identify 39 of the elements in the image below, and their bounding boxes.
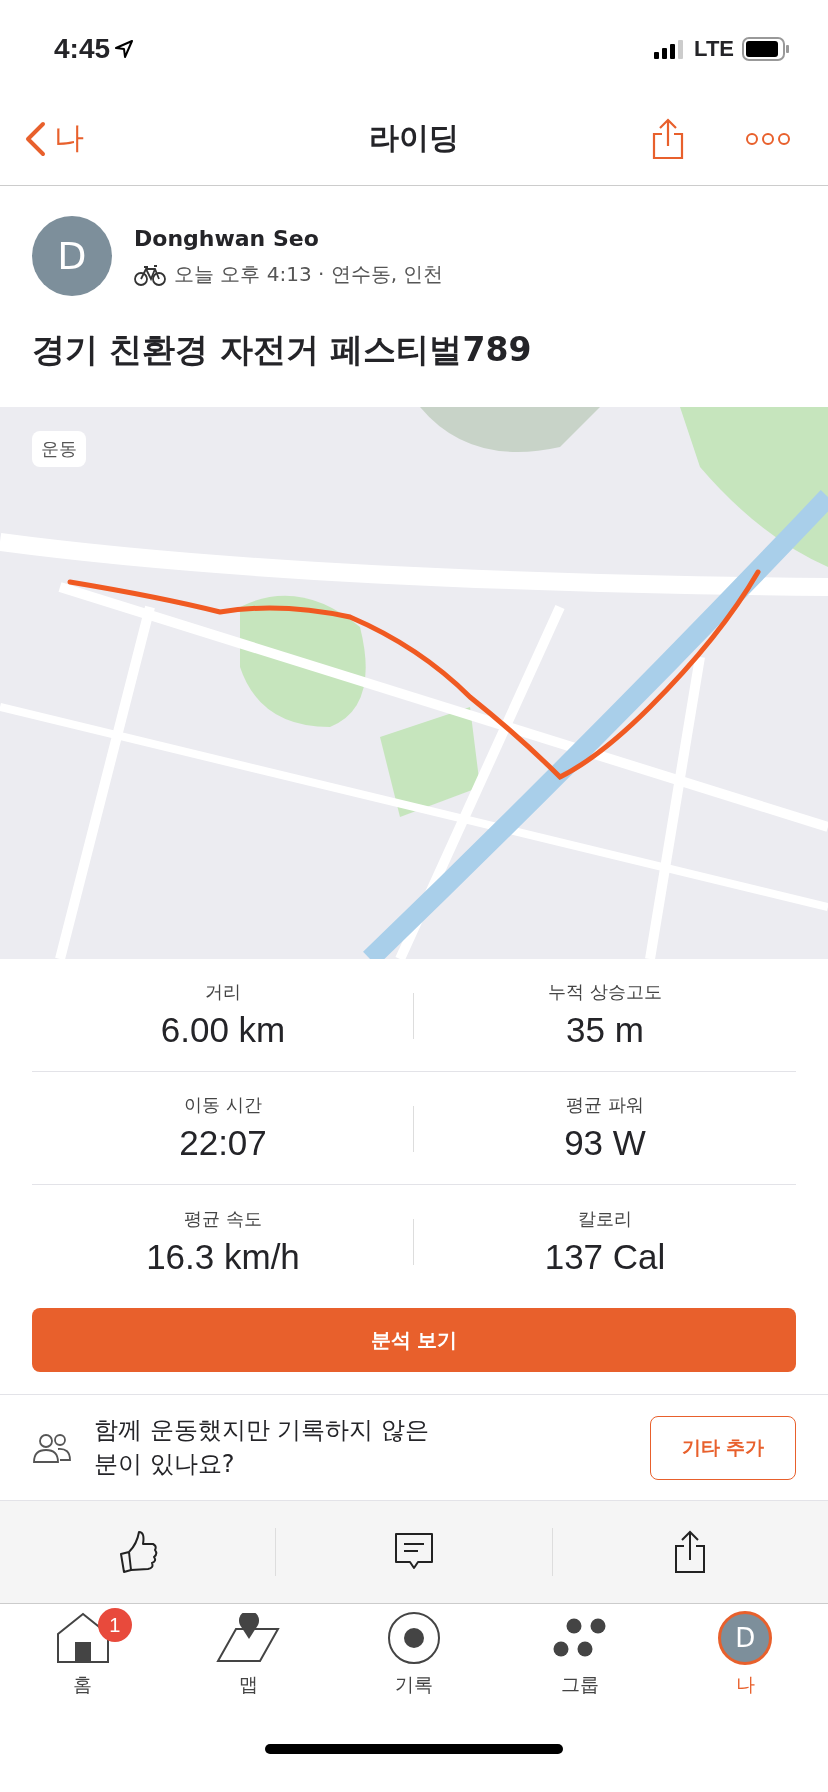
tab-bar-item[interactable]: 기록	[331, 1604, 497, 1722]
groups-icon	[551, 1618, 608, 1658]
network-label: LTE	[694, 36, 734, 62]
share-icon[interactable]	[674, 1530, 707, 1574]
people-icon	[32, 1431, 72, 1464]
tab-bar-item[interactable]: 1 홈	[0, 1604, 166, 1722]
athlete-name[interactable]: Donghwan Seo	[134, 226, 444, 251]
stat-value: 6.00 km	[160, 1010, 286, 1050]
stat-label: 칼로리	[578, 1206, 632, 1231]
status-time: 4:45	[54, 33, 135, 65]
home-icon	[55, 1612, 110, 1664]
map-badge: 운동	[32, 431, 86, 467]
back-chevron-icon	[24, 120, 46, 157]
tab-bar-item[interactable]: D 나	[662, 1604, 828, 1722]
tab-bar-item[interactable]: 그룹	[496, 1604, 663, 1722]
stat-label: 평균 속도	[184, 1206, 262, 1231]
activity-title: 경기 친환경 자전거 페스티벌789	[31, 329, 533, 371]
record-icon	[387, 1611, 441, 1665]
screen-title: 라이딩	[369, 120, 459, 155]
stat-label: 평균 파워	[566, 1093, 644, 1117]
stat-label: 누적 상승고도	[548, 980, 662, 1004]
tab-bar-item[interactable]: 맵	[165, 1604, 332, 1722]
stat-value: 22:07	[179, 1123, 267, 1163]
location-arrow-icon	[114, 39, 135, 59]
stat-label: 거리	[205, 980, 241, 1004]
notification-badge: 1	[97, 1608, 132, 1642]
activity-meta: 오늘 오후 4:13 · 연수동, 인천	[174, 261, 444, 288]
profile-avatar: D	[718, 1611, 773, 1665]
stat-value: 16.3 km/h	[146, 1236, 300, 1277]
more-icon[interactable]	[746, 131, 790, 146]
stat-value: 35 m	[566, 1010, 644, 1050]
map-pin-icon	[216, 1613, 281, 1663]
stat-label: 이동 시간	[184, 1093, 262, 1117]
prompt-text: 함께 운동했지만 기록하지 않은 분이 있나요?	[94, 1414, 430, 1480]
battery-icon	[742, 37, 790, 61]
stat-value: 93 W	[564, 1123, 646, 1163]
comment-icon[interactable]	[394, 1532, 434, 1572]
stat-value: 137 Cal	[544, 1236, 666, 1277]
bicycle-icon	[134, 263, 166, 286]
